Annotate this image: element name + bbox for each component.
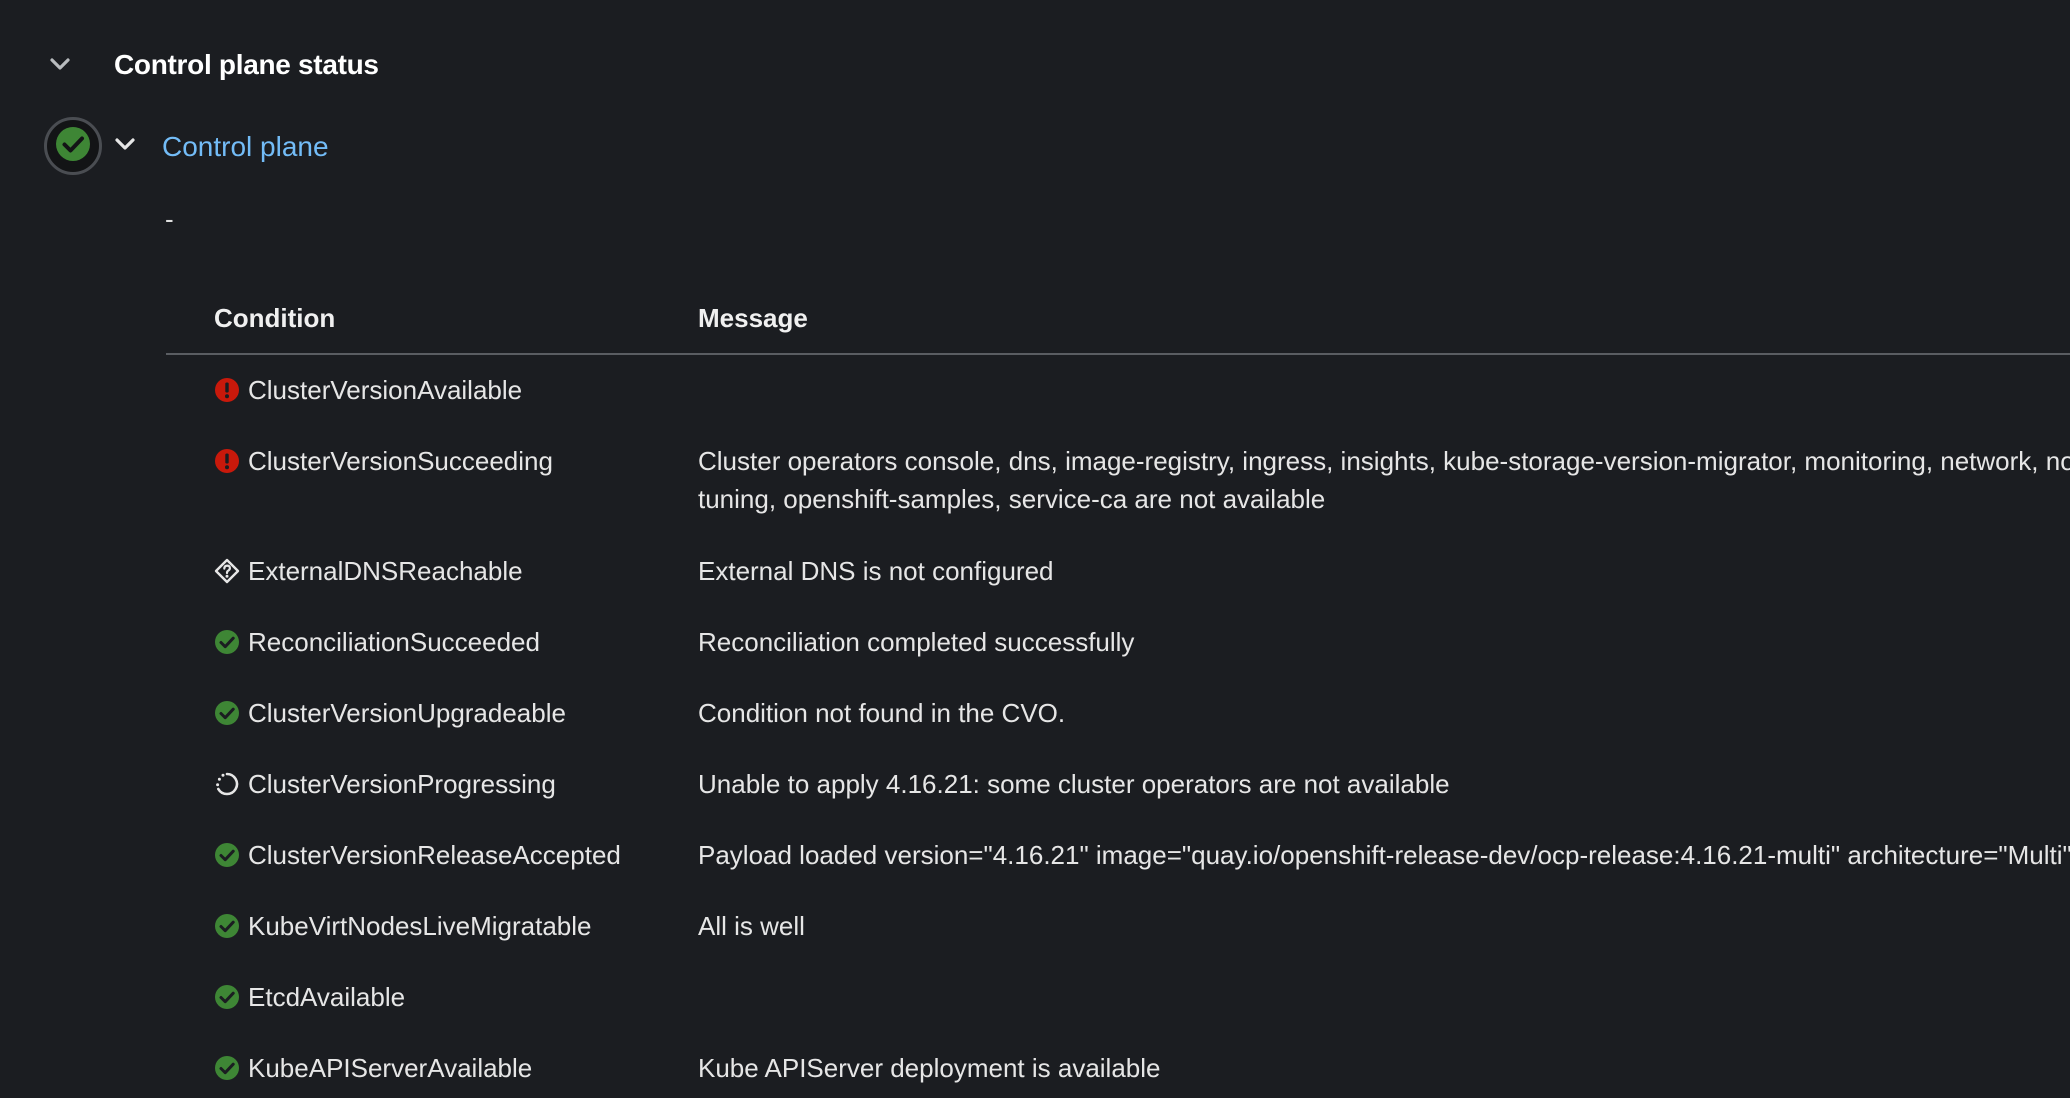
condition-name: EtcdAvailable: [248, 982, 406, 1012]
message-cell: Reconciliation completed successfully: [698, 627, 1135, 657]
condition-cell: ClusterVersionSucceeding: [214, 442, 553, 480]
table-header: Condition Message: [166, 290, 2070, 355]
table-row: ExternalDNSReachable External DNS is not …: [166, 536, 2070, 607]
message-cell: Cluster operators console, dns, image-re…: [698, 442, 2070, 518]
table-row: ReconciliationSucceeded Reconciliation co…: [166, 607, 2070, 678]
condition-name: ExternalDNSReachable: [248, 556, 523, 586]
control-plane-status-page: Control plane status Control plane - Con…: [0, 0, 2070, 1098]
message-cell: All is well: [698, 911, 805, 941]
check-circle-icon: [214, 1055, 240, 1081]
table-row: ClusterVersionAvailable: [166, 355, 2070, 426]
table-row: KubeVirtNodesLiveMigratable All is well: [166, 891, 2070, 962]
conditions-table: Condition Message ClusterVersionAvailabl…: [166, 290, 2070, 1098]
table-row: ClusterVersionProgressing Unable to apply…: [166, 749, 2070, 820]
column-header-condition: Condition: [214, 303, 336, 333]
condition-name: KubeVirtNodesLiveMigratable: [248, 911, 592, 941]
check-circle-icon: [214, 700, 240, 726]
exclamation-circle-icon: [214, 448, 240, 474]
condition-cell: KubeAPIServerAvailable: [214, 1049, 532, 1087]
table-row: EtcdAvailable: [166, 962, 2070, 1033]
condition-name: KubeAPIServerAvailable: [248, 1053, 533, 1083]
chevron-down-icon: [50, 57, 70, 76]
column-header-message: Message: [698, 303, 808, 333]
table-row: KubeAPIServerAvailable Kube APIServer dep…: [166, 1033, 2070, 1098]
condition-name: ClusterVersionProgressing: [248, 769, 556, 799]
in-progress-icon: [214, 771, 240, 797]
control-plane-link[interactable]: Control plane: [162, 128, 329, 166]
control-plane-expand-toggle[interactable]: [112, 133, 138, 159]
exclamation-circle-icon: [214, 377, 240, 403]
condition-name: ClusterVersionReleaseAccepted: [248, 840, 621, 870]
condition-cell: ClusterVersionProgressing: [214, 765, 556, 803]
check-circle-icon: [214, 984, 240, 1010]
check-circle-icon: [214, 913, 240, 939]
condition-cell: ExternalDNSReachable: [214, 552, 523, 590]
message-cell: Unable to apply 4.16.21: some cluster op…: [698, 769, 1450, 799]
message-cell: Kube APIServer deployment is available: [698, 1053, 1161, 1083]
section-collapse-toggle[interactable]: [46, 52, 74, 80]
condition-cell: ClusterVersionReleaseAccepted: [214, 836, 621, 874]
message-cell: Payload loaded version="4.16.21" image="…: [698, 840, 2070, 870]
condition-name: ClusterVersionUpgradeable: [248, 698, 566, 728]
table-row: ClusterVersionSucceeding Cluster operator…: [166, 426, 2070, 536]
question-diamond-icon: [214, 558, 240, 584]
check-circle-icon: [214, 842, 240, 868]
condition-cell: KubeVirtNodesLiveMigratable: [214, 907, 592, 945]
condition-name: ClusterVersionAvailable: [248, 375, 523, 405]
check-circle-icon: [214, 629, 240, 655]
condition-name: ClusterVersionSucceeding: [248, 446, 553, 476]
control-plane-description: -: [165, 204, 174, 234]
condition-cell: ClusterVersionAvailable: [214, 371, 522, 409]
message-cell: Condition not found in the CVO.: [698, 698, 1066, 728]
table-row: ClusterVersionReleaseAccepted Payload loa…: [166, 820, 2070, 891]
check-circle-icon: [55, 126, 91, 167]
message-line: tuning, openshift-samples, service-ca ar…: [698, 484, 1326, 514]
condition-name: ReconciliationSucceeded: [248, 627, 540, 657]
message-cell: External DNS is not configured: [698, 556, 1054, 586]
condition-cell: EtcdAvailable: [214, 978, 405, 1016]
table-body: ClusterVersionAvailable ClusterVersionSuc…: [166, 355, 2070, 1098]
condition-cell: ClusterVersionUpgradeable: [214, 694, 566, 732]
condition-cell: ReconciliationSucceeded: [214, 623, 540, 661]
message-line: Cluster operators console, dns, image-re…: [698, 446, 2070, 476]
control-plane-status-indicator: [44, 117, 102, 175]
chevron-down-icon: [115, 137, 135, 156]
section-title: Control plane status: [114, 49, 379, 80]
table-row: ClusterVersionUpgradeable Condition not f…: [166, 678, 2070, 749]
